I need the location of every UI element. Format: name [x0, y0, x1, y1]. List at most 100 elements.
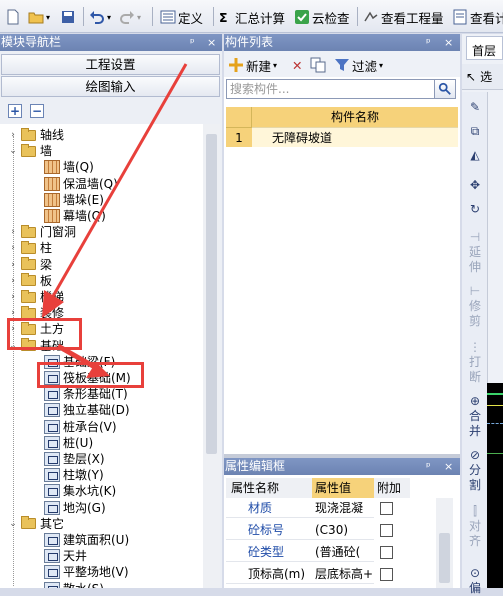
extra-checkbox[interactable] — [380, 546, 393, 559]
new-component-button[interactable]: 新建 ▾ — [228, 54, 277, 76]
filter-button[interactable]: 过滤 ▾ — [334, 54, 383, 76]
view-calc-button[interactable]: 查看计 — [452, 6, 503, 28]
tree-leaf[interactable]: 幕墙(Q) — [44, 208, 106, 224]
chevron-right-icon[interactable]: › — [8, 289, 18, 305]
select-tool[interactable]: ↖ 选 — [462, 64, 503, 90]
new-file-button[interactable] — [5, 6, 21, 28]
tree-leaf[interactable]: 集水坑(K) — [44, 483, 116, 499]
tree-leaf[interactable]: 条形基础(T) — [44, 386, 128, 402]
merge-tool[interactable]: ⊕ 合并 — [464, 394, 486, 439]
tree-folder[interactable]: › 梁 — [8, 257, 52, 273]
tree-leaf[interactable]: 柱墩(Y) — [44, 467, 104, 483]
tree-leaf[interactable]: 建筑面积(U) — [44, 532, 129, 548]
tree-leaf[interactable]: 保温墙(Q) — [44, 176, 118, 192]
tree-leaf[interactable]: 垫层(X) — [44, 451, 105, 467]
redo-button[interactable]: ▾ — [119, 6, 141, 28]
tree-leaf[interactable]: 散水(S) — [44, 581, 104, 588]
tree-folder[interactable]: › 轴线 — [8, 127, 64, 143]
tree-folder[interactable]: › 楼梯 — [8, 289, 64, 305]
copy-tool[interactable]: ⧉ — [464, 124, 486, 139]
chevron-right-icon[interactable]: › — [8, 127, 18, 143]
chevron-down-icon[interactable]: ⌄ — [8, 516, 18, 532]
open-file-button[interactable]: ▾ — [28, 6, 50, 28]
tree-leaf[interactable]: 墙(Q) — [44, 159, 94, 175]
expand-all-icon[interactable]: + — [8, 104, 22, 118]
save-button[interactable] — [60, 6, 76, 28]
extra-checkbox[interactable] — [380, 524, 393, 537]
break-tool[interactable]: ⋮ 打断 — [464, 340, 486, 385]
component-toolbar: 新建 ▾ ✕ 过滤 ▾ — [224, 51, 460, 77]
move-tool[interactable]: ✥ — [464, 178, 486, 193]
close-icon[interactable]: × — [207, 34, 216, 51]
property-value[interactable]: (普通砼( — [312, 542, 374, 562]
align-tool[interactable]: ⫿ 对齐 — [464, 504, 486, 549]
property-value[interactable]: (C30) — [312, 520, 374, 540]
move-icon: ✥ — [469, 178, 481, 192]
property-value[interactable]: 现浇混凝 — [312, 498, 374, 518]
component-icon — [44, 387, 60, 402]
component-search-input[interactable]: 搜索构件... — [226, 79, 436, 99]
property-editor-header: 属性编辑框 ᵖ × — [224, 458, 460, 475]
summary-label: 汇总计算 — [235, 10, 286, 26]
project-settings-button[interactable]: 工程设置 — [1, 54, 220, 75]
pin-icon[interactable]: ᵖ — [190, 34, 195, 51]
tree-folder[interactable]: › 板 — [8, 273, 52, 289]
close-icon[interactable]: × — [444, 458, 453, 475]
component-list-panel: 构件列表 ᵖ × 新建 ▾ ✕ 过滤 ▾ 搜索构件... 构件名称 1 无障碍坡道 — [224, 34, 460, 454]
delete-component-button[interactable]: ✕ — [292, 54, 302, 76]
extend-tool[interactable]: ⊣ 延伸 — [464, 230, 486, 275]
offset-tool[interactable]: ⊙ 偏 — [464, 566, 486, 596]
summary-calc-button[interactable]: Σ 汇总计算 — [219, 6, 285, 28]
tree-label: 地沟(G) — [63, 500, 106, 515]
tree-leaf[interactable]: 平整场地(V) — [44, 564, 129, 580]
cloud-check-button[interactable]: 云检查 — [294, 6, 350, 28]
tree-leaf[interactable]: 桩承台(V) — [44, 419, 117, 435]
drawing-input-button[interactable]: 绘图输入 — [1, 76, 220, 97]
prop-scrollbar[interactable] — [436, 498, 453, 588]
scrollbar-thumb[interactable] — [206, 134, 217, 454]
module-nav-title: 模块导航栏 — [1, 35, 62, 49]
tree-label: 独立基础(D) — [63, 403, 130, 418]
component-icon — [44, 565, 60, 580]
tree-scrollbar[interactable] — [203, 124, 220, 588]
drawing-canvas[interactable] — [487, 383, 503, 588]
search-icon — [438, 82, 451, 95]
tree-leaf[interactable]: 地沟(G) — [44, 500, 106, 516]
trim-tool[interactable]: ⊢ 修剪 — [464, 284, 486, 329]
tree-leaf[interactable]: 墙垛(E) — [44, 192, 104, 208]
chevron-down-icon[interactable]: ⌄ — [8, 143, 18, 159]
extra-checkbox[interactable] — [380, 502, 393, 515]
open-folder-icon — [28, 12, 44, 24]
component-row-name[interactable]: 无障碍坡道 — [252, 127, 458, 147]
collapse-all-icon[interactable]: − — [30, 104, 44, 118]
extra-checkbox[interactable] — [380, 568, 393, 581]
tree-leaf[interactable]: 桩(U) — [44, 435, 93, 451]
tree-folder[interactable]: ⌄ 其它 — [8, 516, 64, 532]
chevron-right-icon[interactable]: › — [8, 224, 18, 240]
view-quantity-button[interactable]: 查看工程量 — [363, 6, 444, 28]
mirror-tool[interactable]: ◭ — [464, 148, 486, 163]
scrollbar-thumb[interactable] — [439, 533, 450, 583]
copy-component-button[interactable] — [310, 54, 326, 76]
tab-home-floor[interactable]: 首层 — [466, 36, 503, 60]
undo-button[interactable]: ▾ — [89, 6, 111, 28]
split-tool[interactable]: ⊘ 分割 — [464, 448, 486, 493]
tree-leaf[interactable]: 独立基础(D) — [44, 402, 130, 418]
pen-tool[interactable]: ✎ — [464, 100, 486, 115]
search-button[interactable] — [434, 79, 456, 99]
chevron-right-icon[interactable]: › — [8, 240, 18, 256]
tree-folder[interactable]: › 门窗洞 — [8, 224, 76, 240]
cloud-check-icon — [295, 10, 309, 24]
chevron-right-icon[interactable]: › — [8, 257, 18, 273]
edit-toolbar: ✎ ⧉ ◭ ✥ ↻ ⊣ 延伸 ⊢ 修剪 ⋮ 打断 ⊕ 合并 ⊘ 分割 ⫿ 对齐 ⊙ 偏 — [462, 92, 488, 595]
property-value[interactable]: 层底标高+ — [312, 564, 374, 584]
tree-leaf[interactable]: 天井 — [44, 548, 87, 564]
close-icon[interactable]: × — [444, 34, 453, 51]
tree-folder[interactable]: ⌄ 墙 — [8, 143, 52, 159]
tree-folder[interactable]: › 柱 — [8, 240, 52, 256]
chevron-right-icon[interactable]: › — [8, 273, 18, 289]
pin-icon[interactable]: ᵖ — [426, 458, 431, 475]
rotate-tool[interactable]: ↻ — [464, 202, 486, 217]
pin-icon[interactable]: ᵖ — [426, 34, 431, 51]
define-button[interactable]: 定义 — [160, 6, 203, 28]
